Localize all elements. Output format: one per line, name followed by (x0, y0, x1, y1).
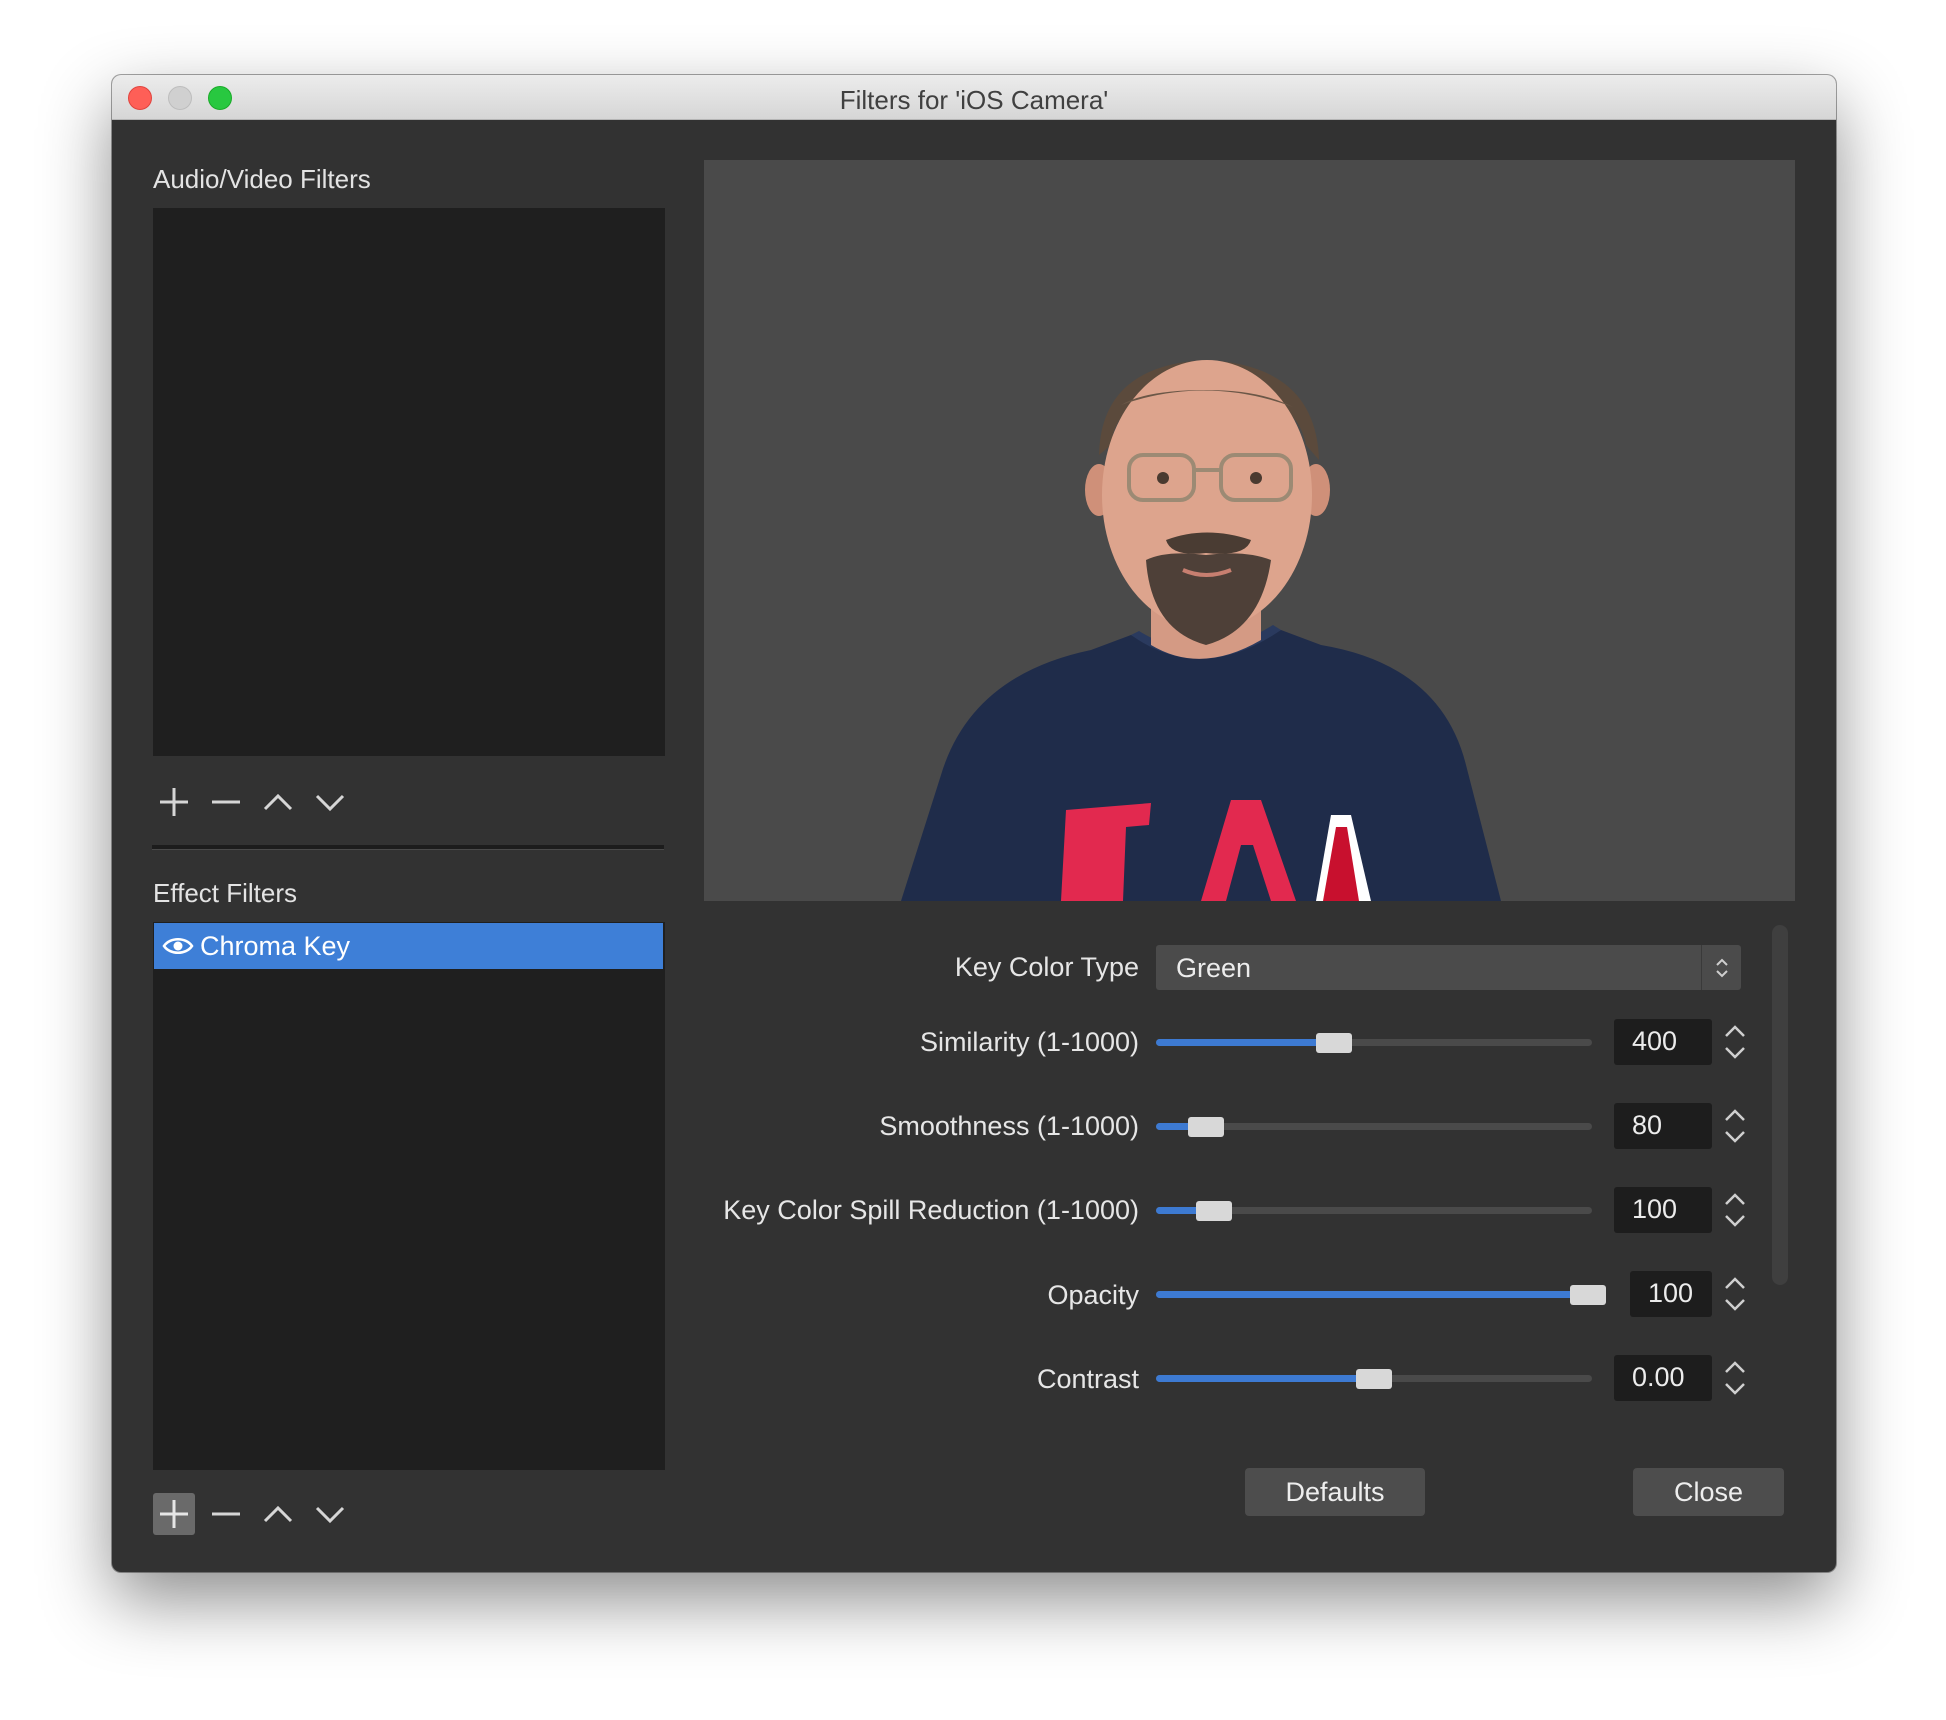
slider-thumb[interactable] (1188, 1117, 1224, 1137)
remove-audio-filter-button[interactable] (205, 781, 247, 823)
window-title: Filters for 'iOS Camera' (839, 85, 1109, 115)
smoothness-slider[interactable] (1156, 1112, 1592, 1142)
effect-filters-label: Effect Filters (153, 878, 298, 908)
slider-thumb[interactable] (1196, 1201, 1232, 1221)
key-color-type-value: Green (1176, 953, 1252, 983)
opacity-slider[interactable] (1156, 1280, 1606, 1310)
move-effect-filter-down-button[interactable] (309, 1493, 351, 1535)
effect-filters-list[interactable]: Chroma Key (153, 922, 665, 1470)
filter-item-chroma-key[interactable]: Chroma Key (154, 923, 663, 969)
chevron-down-icon (315, 1506, 345, 1524)
close-button[interactable]: Close (1633, 1468, 1784, 1516)
contrast-label: Contrast (1036, 1364, 1139, 1394)
defaults-button[interactable]: Defaults (1245, 1468, 1425, 1516)
add-effect-filter-button[interactable] (153, 1493, 195, 1535)
slider-fill (1156, 1039, 1334, 1046)
similarity-slider[interactable] (1156, 1028, 1592, 1058)
spill-reduction-label: Key Color Spill Reduction (1-1000) (723, 1195, 1139, 1225)
chevron-down-icon (315, 794, 345, 812)
contrast-stepper[interactable] (1720, 1355, 1750, 1401)
title-bar: Filters for 'iOS Camera' (112, 75, 1836, 120)
filters-window: Filters for 'iOS Camera' Audio/Video Fil… (112, 75, 1836, 1572)
chevron-up-icon (263, 793, 293, 811)
slider-fill (1156, 1291, 1588, 1298)
plus-icon (160, 788, 188, 816)
eye-icon[interactable] (162, 935, 194, 957)
minus-icon (212, 1512, 240, 1516)
smoothness-value[interactable]: 80 (1614, 1103, 1712, 1149)
contrast-value[interactable]: 0.00 (1614, 1355, 1712, 1401)
key-color-type-label: Key Color Type (954, 952, 1139, 982)
opacity-value[interactable]: 100 (1630, 1271, 1712, 1317)
chevron-up-icon (263, 1505, 293, 1523)
slider-fill (1156, 1375, 1374, 1382)
move-audio-filter-up-button[interactable] (257, 781, 299, 823)
camera-person-image (901, 360, 1501, 901)
smoothness-stepper[interactable] (1720, 1103, 1750, 1149)
select-arrows-icon (1701, 945, 1741, 990)
similarity-label: Similarity (1-1000) (919, 1027, 1139, 1057)
similarity-stepper[interactable] (1720, 1019, 1750, 1065)
spill-reduction-value[interactable]: 100 (1614, 1187, 1712, 1233)
panel-splitter[interactable] (152, 845, 664, 850)
spill-reduction-slider[interactable] (1156, 1196, 1592, 1226)
move-audio-filter-down-button[interactable] (309, 781, 351, 823)
remove-effect-filter-button[interactable] (205, 1493, 247, 1535)
minus-icon (212, 800, 240, 804)
properties-scrollbar[interactable] (1772, 925, 1788, 1285)
contrast-slider[interactable] (1156, 1364, 1592, 1394)
move-effect-filter-up-button[interactable] (257, 1493, 299, 1535)
spill-reduction-stepper[interactable] (1720, 1187, 1750, 1233)
video-preview (704, 160, 1795, 901)
audio-video-filters-list[interactable] (153, 208, 665, 756)
add-audio-filter-button[interactable] (153, 781, 195, 823)
opacity-stepper[interactable] (1720, 1271, 1750, 1317)
audio-video-filters-label: Audio/Video Filters (153, 164, 371, 194)
slider-thumb[interactable] (1356, 1369, 1392, 1389)
filter-item-label: Chroma Key (200, 930, 351, 961)
plus-icon (160, 1500, 188, 1528)
similarity-value[interactable]: 400 (1614, 1019, 1712, 1065)
smoothness-label: Smoothness (1-1000) (879, 1111, 1139, 1141)
slider-thumb[interactable] (1316, 1033, 1352, 1053)
key-color-type-select[interactable]: Green (1156, 945, 1741, 990)
slider-thumb[interactable] (1570, 1285, 1606, 1305)
opacity-label: Opacity (1047, 1280, 1139, 1310)
